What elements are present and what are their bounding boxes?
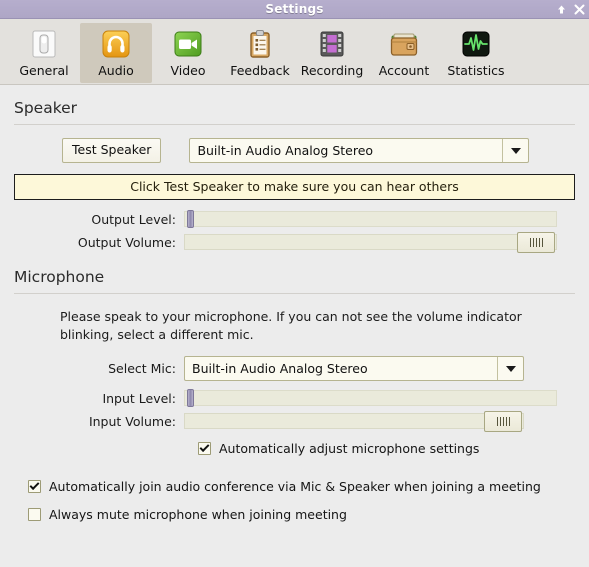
output-level-meter bbox=[184, 210, 557, 228]
close-button[interactable] bbox=[573, 2, 586, 16]
speaker-heading: Speaker bbox=[14, 99, 78, 117]
wallet-icon bbox=[387, 27, 421, 61]
clipboard-icon bbox=[243, 27, 277, 61]
shade-button[interactable] bbox=[555, 2, 568, 16]
test-speaker-banner: Click Test Speaker to make sure you can … bbox=[14, 174, 575, 200]
output-volume-label: Output Volume: bbox=[77, 234, 176, 250]
window-title: Settings bbox=[265, 2, 324, 16]
waveform-icon bbox=[459, 27, 493, 61]
always-mute-label: Always mute microphone when joining meet… bbox=[49, 507, 347, 523]
auto-adjust-mic-label: Automatically adjust microphone settings bbox=[219, 441, 480, 457]
window-controls bbox=[555, 0, 586, 18]
speaker-device-value: Built-in Audio Analog Stereo bbox=[197, 143, 374, 158]
tab-feedback[interactable]: Feedback bbox=[224, 23, 296, 83]
tab-feedback-label: Feedback bbox=[230, 63, 290, 78]
speaker-divider bbox=[14, 124, 575, 125]
output-level-label: Output Level: bbox=[91, 211, 176, 227]
input-level-meter bbox=[184, 389, 557, 408]
mic-device-value: Built-in Audio Analog Stereo bbox=[192, 361, 368, 377]
microphone-help-text: Please speak to your microphone. If you … bbox=[60, 309, 522, 343]
always-mute-checkbox-row[interactable]: Always mute microphone when joining meet… bbox=[28, 507, 575, 522]
microphone-divider bbox=[14, 293, 575, 294]
speaker-device-select[interactable]: Built-in Audio Analog Stereo bbox=[189, 138, 530, 163]
chevron-down-icon bbox=[502, 139, 528, 162]
tab-video-label: Video bbox=[170, 63, 206, 78]
auto-join-audio-checkbox[interactable] bbox=[28, 480, 41, 494]
input-volume-slider[interactable] bbox=[184, 411, 524, 433]
audio-settings-panel: Speaker Test Speaker Built-in Audio Anal… bbox=[0, 85, 589, 567]
camcorder-icon bbox=[171, 27, 205, 61]
auto-join-audio-checkbox-row[interactable]: Automatically join audio conference via … bbox=[28, 479, 575, 494]
tab-recording-label: Recording bbox=[300, 63, 364, 78]
auto-adjust-mic-checkbox[interactable] bbox=[198, 442, 211, 456]
always-mute-checkbox[interactable] bbox=[28, 508, 41, 522]
tab-general[interactable]: General bbox=[8, 23, 80, 83]
microphone-heading: Microphone bbox=[14, 268, 105, 286]
output-volume-handle[interactable] bbox=[517, 232, 555, 253]
chevron-down-icon bbox=[497, 357, 523, 381]
output-volume-slider[interactable] bbox=[184, 232, 557, 253]
tab-general-label: General bbox=[19, 63, 69, 78]
tab-statistics-label: Statistics bbox=[447, 63, 505, 78]
settings-toolbar: General Audio Video Feedback Recording A… bbox=[0, 19, 589, 85]
input-level-label: Input Level: bbox=[102, 390, 176, 406]
output-level-indicator bbox=[187, 210, 194, 228]
mic-device-select[interactable]: Built-in Audio Analog Stereo bbox=[184, 356, 524, 382]
headphones-icon bbox=[99, 27, 133, 61]
input-level-indicator bbox=[187, 389, 194, 408]
test-speaker-button[interactable]: Test Speaker bbox=[62, 138, 162, 163]
tab-statistics[interactable]: Statistics bbox=[440, 23, 512, 83]
tab-recording[interactable]: Recording bbox=[296, 23, 368, 83]
input-volume-handle[interactable] bbox=[484, 411, 522, 433]
tab-video[interactable]: Video bbox=[152, 23, 224, 83]
select-mic-label: Select Mic: bbox=[108, 361, 176, 377]
tab-audio-label: Audio bbox=[98, 63, 134, 78]
switch-icon bbox=[27, 27, 61, 61]
filmstrip-icon bbox=[315, 27, 349, 61]
auto-join-audio-label: Automatically join audio conference via … bbox=[49, 479, 541, 495]
title-bar: Settings bbox=[0, 0, 589, 19]
tab-account[interactable]: Account bbox=[368, 23, 440, 83]
auto-adjust-mic-checkbox-row[interactable]: Automatically adjust microphone settings bbox=[198, 441, 575, 456]
settings-window: Settings General Audio Video Feedback Re… bbox=[0, 0, 589, 567]
input-volume-label: Input Volume: bbox=[88, 413, 176, 429]
tab-account-label: Account bbox=[378, 63, 430, 78]
tab-audio[interactable]: Audio bbox=[80, 23, 152, 83]
